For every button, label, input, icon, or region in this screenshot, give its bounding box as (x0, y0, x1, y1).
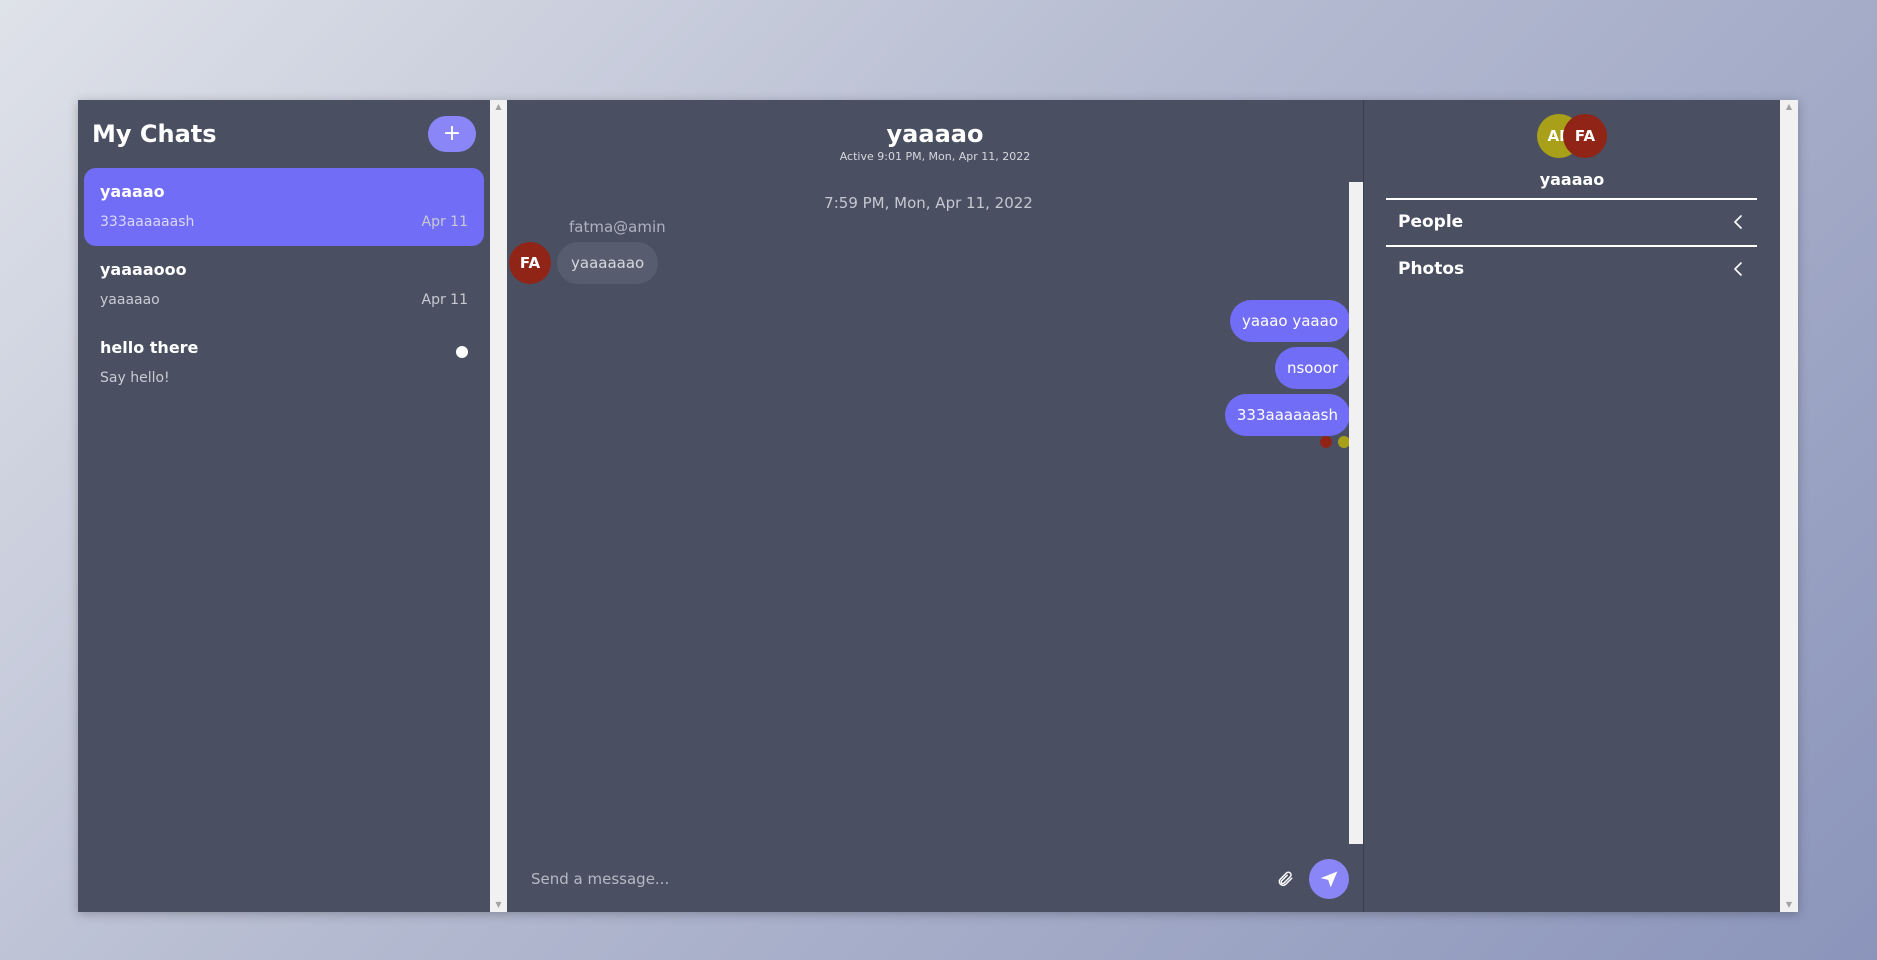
chat-last-message: 333aaaaaash (100, 214, 195, 230)
chat-list-panel: My Chats + yaaaao 333aaaaaash Apr 11 yaa… (78, 100, 490, 912)
unread-dot-icon (456, 346, 468, 358)
outgoing-message: yaaao yaaao (1229, 300, 1350, 342)
chat-list-header: My Chats + (78, 100, 490, 168)
people-section-toggle[interactable]: People (1386, 198, 1757, 244)
chat-title: yaaaaooo (100, 260, 187, 279)
incoming-message: yaaaaaao (557, 242, 659, 284)
message-composer (507, 846, 1363, 912)
conversation-panel: yaaaao Active 9:01 PM, Mon, Apr 11, 2022… (507, 100, 1364, 912)
chat-list-item[interactable]: hello there Say hello! (84, 324, 484, 402)
chat-list-item[interactable]: yaaaao 333aaaaaash Apr 11 (84, 168, 484, 246)
scroll-down-arrow-icon[interactable]: ▼ (490, 898, 507, 912)
chat-last-message: yaaaaao (100, 292, 160, 308)
message-timestamp: 7:59 PM, Mon, Apr 11, 2022 (824, 194, 1033, 212)
avatar[interactable]: FA (1563, 114, 1607, 158)
read-receipt-icon (1320, 436, 1332, 448)
paperclip-icon[interactable] (1273, 867, 1297, 891)
outgoing-message: nsooor (1274, 347, 1350, 389)
conversation-header: yaaaao Active 9:01 PM, Mon, Apr 11, 2022 (507, 100, 1363, 163)
page-scrollbar[interactable]: ▲ ▼ (1780, 100, 1798, 912)
chat-date: Apr 11 (421, 292, 468, 308)
chat-title: yaaaao (100, 182, 165, 201)
chat-list-scrollbar[interactable]: ▲ ▼ (490, 100, 507, 912)
new-chat-button[interactable]: + (428, 116, 476, 152)
section-label: Photos (1398, 259, 1465, 279)
avatar[interactable]: FA (509, 242, 551, 284)
scroll-up-arrow-icon[interactable]: ▲ (1780, 100, 1798, 114)
section-label: People (1398, 212, 1464, 232)
chat-details-panel: AB FA yaaaao People Photos (1364, 100, 1780, 912)
member-avatars: AB FA (1364, 114, 1780, 158)
conversation-title: yaaaao (886, 120, 984, 148)
send-button[interactable] (1309, 859, 1349, 899)
chevron-left-icon (1734, 262, 1742, 276)
avatar-initials: FA (519, 254, 541, 272)
outgoing-message: 333aaaaaash (1224, 394, 1350, 436)
message-feed[interactable]: 7:59 PM, Mon, Apr 11, 2022 fatma@amin FA… (507, 182, 1350, 844)
chat-app: My Chats + yaaaao 333aaaaaash Apr 11 yaa… (78, 100, 1798, 912)
room-name: yaaaao (1539, 170, 1605, 189)
scroll-up-arrow-icon[interactable]: ▲ (490, 100, 507, 114)
message-scrollbar[interactable] (1349, 182, 1363, 844)
chat-list-title: My Chats (92, 120, 217, 148)
send-icon (1320, 871, 1338, 888)
avatar-initials: FA (1574, 127, 1596, 145)
chat-last-message: Say hello! (100, 370, 170, 386)
chat-list-item[interactable]: yaaaaooo yaaaaao Apr 11 (84, 246, 484, 324)
message-sender: fatma@amin (569, 218, 666, 236)
message-input[interactable] (531, 870, 1273, 888)
chat-title: hello there (100, 338, 199, 357)
chevron-left-icon (1734, 215, 1742, 229)
scroll-down-arrow-icon[interactable]: ▼ (1780, 898, 1798, 912)
plus-icon: + (442, 121, 462, 146)
photos-section-toggle[interactable]: Photos (1386, 245, 1757, 291)
chat-date: Apr 11 (421, 214, 468, 230)
active-status: Active 9:01 PM, Mon, Apr 11, 2022 (839, 150, 1031, 163)
